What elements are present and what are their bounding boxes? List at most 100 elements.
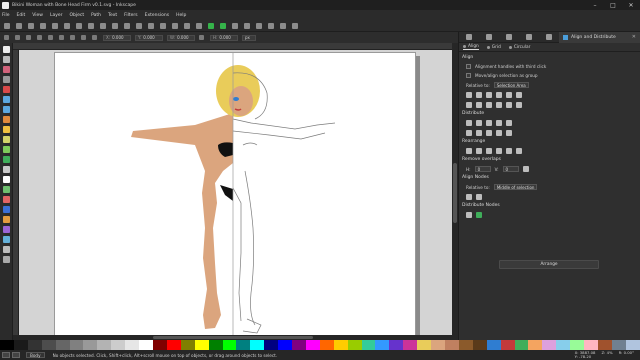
vertical-scroll-thumb[interactable]	[453, 163, 457, 223]
palette-swatch[interactable]	[125, 340, 140, 350]
distribute-top-icon[interactable]	[466, 130, 472, 136]
distribute-nodes-horizontal-icon[interactable]	[466, 212, 472, 218]
overlap-v-input[interactable]: 0	[502, 166, 519, 172]
layers-icon[interactable]	[256, 22, 262, 29]
paste-icon[interactable]	[124, 22, 130, 29]
node-tool-icon[interactable]	[3, 56, 10, 63]
drawing-canvas[interactable]	[19, 50, 452, 340]
align-left-icon[interactable]	[476, 92, 482, 98]
palette-swatch[interactable]	[556, 340, 571, 350]
dock-tab-fill-stroke[interactable]	[459, 32, 479, 43]
spray-tool-icon[interactable]	[3, 186, 10, 193]
palette-swatch[interactable]	[486, 340, 501, 350]
arrange-button[interactable]: Arrange	[499, 260, 599, 269]
print-icon[interactable]	[40, 22, 46, 29]
spiral-tool-icon[interactable]	[3, 136, 10, 143]
paint-bucket-tool-icon[interactable]	[3, 206, 10, 213]
stroke-indicator[interactable]	[12, 352, 20, 358]
ellipse-tool-icon[interactable]	[3, 116, 10, 123]
distribute-center-v-icon[interactable]	[476, 130, 482, 136]
rotate-ccw-icon[interactable]	[37, 35, 42, 40]
pencil-tool-icon[interactable]	[3, 146, 10, 153]
exchange-positions-icon[interactable]	[476, 148, 482, 154]
handles-checkbox[interactable]	[466, 64, 471, 69]
star-tool-icon[interactable]	[3, 126, 10, 133]
align-bottom-edges-icon[interactable]	[466, 102, 472, 108]
palette-swatch[interactable]	[166, 340, 181, 350]
randomize-icon[interactable]	[506, 148, 512, 154]
palette-swatch[interactable]	[55, 340, 70, 350]
dock-tab-swatches[interactable]	[539, 32, 559, 43]
pen-tool-icon[interactable]	[3, 156, 10, 163]
palette-swatch[interactable]	[389, 340, 404, 350]
dropper-tool-icon[interactable]	[3, 236, 10, 243]
align-top-icon[interactable]	[476, 102, 482, 108]
align-right-icon[interactable]	[496, 92, 502, 98]
eraser-tool-icon[interactable]	[3, 196, 10, 203]
palette-swatch[interactable]	[41, 340, 56, 350]
palette-swatch[interactable]	[83, 340, 98, 350]
palette-swatch[interactable]	[305, 340, 320, 350]
text-font-icon[interactable]	[244, 22, 250, 29]
width-field[interactable]: W: 0.000	[167, 34, 195, 41]
distribute-left-icon[interactable]	[466, 120, 472, 126]
fill-indicator[interactable]	[2, 352, 10, 358]
height-field[interactable]: H: 0.000	[210, 34, 238, 41]
palette-swatch[interactable]	[278, 340, 293, 350]
nodes-relative-to-select[interactable]: Middle of selection	[493, 184, 538, 190]
palette-swatch[interactable]	[236, 340, 251, 350]
distribute-gaps-v-icon[interactable]	[496, 130, 502, 136]
palette-swatch[interactable]	[264, 340, 279, 350]
palette-swatch[interactable]	[445, 340, 459, 350]
select-all-icon[interactable]	[4, 35, 9, 40]
document-page[interactable]	[54, 52, 416, 340]
subtab-align[interactable]: Align	[463, 44, 479, 50]
rotation-value[interactable]: 0.00°	[624, 350, 634, 355]
menu-extensions[interactable]: Extensions	[145, 13, 169, 18]
cut-icon[interactable]	[112, 22, 118, 29]
unclump-icon[interactable]	[516, 148, 522, 154]
menu-edit[interactable]: Edit	[17, 13, 26, 18]
horizontal-ruler[interactable]	[13, 43, 452, 50]
ungroup-icon[interactable]	[220, 22, 226, 29]
preferences-icon[interactable]	[292, 22, 298, 29]
menu-view[interactable]: View	[32, 13, 43, 18]
palette-swatch[interactable]	[431, 340, 445, 350]
import-icon[interactable]	[52, 22, 58, 29]
select-all-layers-icon[interactable]	[15, 35, 20, 40]
distribute-baseline-h-icon[interactable]	[506, 120, 512, 126]
unlink-clone-icon[interactable]	[196, 22, 202, 29]
palette-swatch[interactable]	[472, 340, 487, 350]
group-icon[interactable]	[208, 22, 214, 29]
fill-stroke-icon[interactable]	[232, 22, 238, 29]
box3d-tool-icon[interactable]	[3, 106, 10, 113]
distribute-right-icon[interactable]	[486, 120, 492, 126]
text-baseline-icon[interactable]	[516, 92, 522, 98]
align-nodes-horizontal-icon[interactable]	[466, 194, 472, 200]
distribute-center-h-icon[interactable]	[476, 120, 482, 126]
group-checkbox[interactable]	[466, 73, 471, 78]
flip-vertical-icon[interactable]	[70, 35, 75, 40]
selector-tool-icon[interactable]	[3, 46, 10, 53]
menu-path[interactable]: Path	[91, 13, 101, 18]
palette-swatch[interactable]	[194, 340, 209, 350]
subtab-circular[interactable]: Circular	[509, 45, 531, 50]
palette-swatch[interactable]	[250, 340, 265, 350]
clone-icon[interactable]	[184, 22, 190, 29]
palette-swatch[interactable]	[208, 340, 223, 350]
menu-object[interactable]: Object	[69, 13, 84, 18]
zoom-level[interactable]: 4%	[607, 350, 613, 355]
character-drawing[interactable]	[55, 53, 417, 340]
palette-swatch[interactable]	[542, 340, 557, 350]
units-select[interactable]: px	[242, 34, 256, 41]
palette-swatch[interactable]	[319, 340, 334, 350]
palette-swatch[interactable]	[611, 340, 626, 350]
undo-icon[interactable]	[76, 22, 82, 29]
palette-swatch[interactable]	[0, 340, 14, 350]
zoom-selection-icon[interactable]	[136, 22, 142, 29]
palette-swatch[interactable]	[13, 340, 28, 350]
menu-filters[interactable]: Filters	[124, 13, 138, 18]
rectangle-tool-icon[interactable]	[3, 96, 10, 103]
lpe-tool-icon[interactable]	[3, 256, 10, 263]
menu-help[interactable]: Help	[176, 13, 186, 18]
